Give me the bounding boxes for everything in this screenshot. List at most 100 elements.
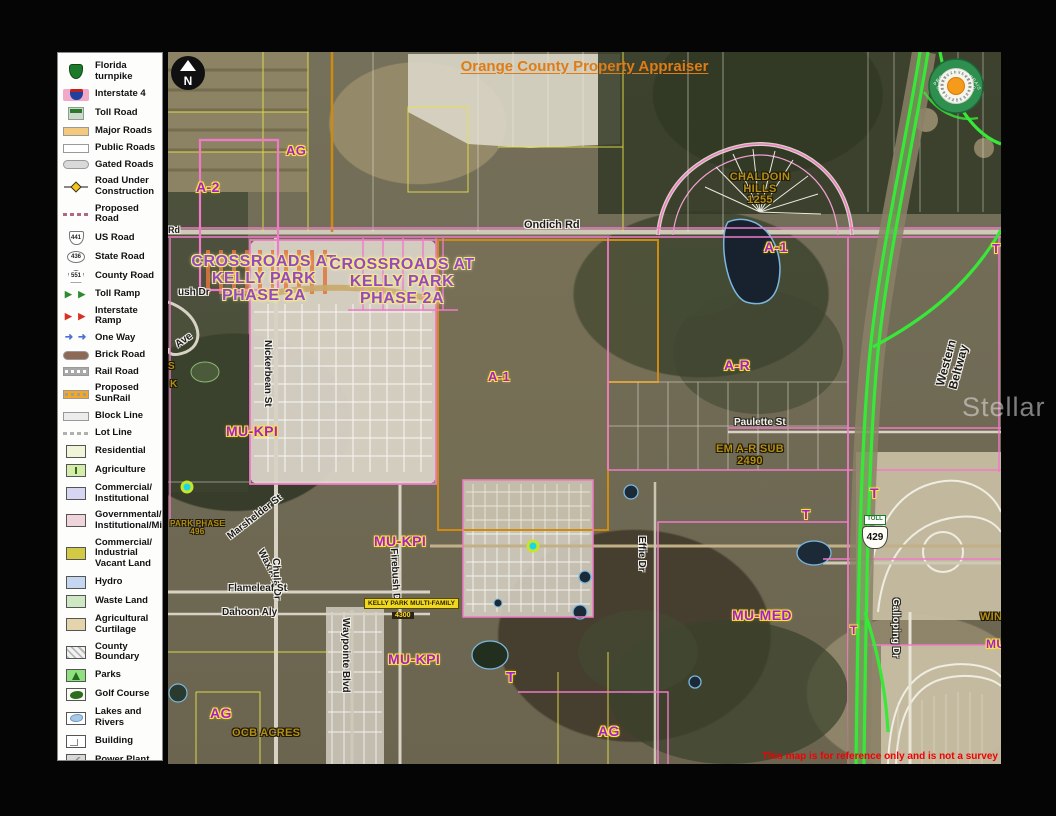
legend-panel: Florida turnpike Interstate 4 Toll Road Maj… bbox=[57, 52, 163, 761]
route-number: 429 bbox=[862, 526, 888, 549]
pill-icon bbox=[62, 351, 90, 360]
legend-item: Gated Roads bbox=[62, 156, 159, 173]
legend-item-label: Residential bbox=[95, 446, 146, 457]
legend-item: Rail Road bbox=[62, 364, 159, 381]
legend-item: Lakes and Rivers bbox=[62, 704, 159, 731]
legend-item-label: Commercial/ Institutional bbox=[95, 483, 159, 504]
legend-item-label: Road Under Construction bbox=[95, 176, 159, 197]
legend-item: Agricultural Curtilage bbox=[62, 611, 159, 638]
legend-item-label: Rail Road bbox=[95, 367, 139, 378]
route-429-shield: TOLL 429 bbox=[860, 507, 890, 549]
legend-item: Block Line bbox=[62, 408, 159, 425]
legend-item-label: Agriculture bbox=[95, 465, 146, 476]
rail-icon bbox=[62, 367, 90, 376]
legend-item-label: Public Roads bbox=[95, 143, 155, 154]
legend-item: Commercial/ Industrial Vacant Land bbox=[62, 535, 159, 573]
legend-item-label: Parks bbox=[95, 670, 121, 681]
legend-item: Public Roads bbox=[62, 140, 159, 157]
building-icon bbox=[62, 735, 90, 748]
parks-icon bbox=[62, 669, 90, 682]
app-window: Florida turnpike Interstate 4 Toll Road Maj… bbox=[0, 0, 1056, 816]
legend-item-label: One Way bbox=[95, 333, 135, 344]
legend-item-label: Commercial/ Industrial Vacant Land bbox=[95, 538, 159, 570]
pentagon-icon: 551 bbox=[62, 270, 90, 283]
legend-item: ▶ ▶ Interstate Ramp bbox=[62, 303, 159, 330]
legend-item-label: Golf Course bbox=[95, 689, 149, 700]
map-viewport[interactable]: AGA-2CROSSROADS AT KELLY PARK PHASE 2ACR… bbox=[168, 52, 1001, 764]
us-shield-icon: 441 bbox=[62, 231, 90, 245]
legend-item: ➜ ➜ One Way bbox=[62, 330, 159, 347]
multifamily-badge: KELLY PARK MULTI-FAMILY bbox=[364, 598, 459, 609]
legend-item-label: Lot Line bbox=[95, 428, 132, 439]
legend-item-label: Interstate Ramp bbox=[95, 306, 159, 327]
legend-item-label: Waste Land bbox=[95, 596, 148, 607]
legend-item: Golf Course bbox=[62, 685, 159, 704]
legend-item-label: Gated Roads bbox=[95, 160, 154, 171]
legend-item-label: Proposed SunRail bbox=[95, 383, 159, 404]
county-icon bbox=[62, 646, 90, 659]
legend-item: Interstate 4 bbox=[62, 85, 159, 103]
legend-item-label: Agricultural Curtilage bbox=[95, 614, 159, 635]
legend-item: Lot Line bbox=[62, 425, 159, 442]
legend-item-label: County Road bbox=[95, 271, 154, 282]
legend-item: Building bbox=[62, 732, 159, 751]
box-ag-icon bbox=[62, 464, 90, 477]
map-canvas bbox=[168, 52, 1001, 764]
legend-item: Road Under Construction bbox=[62, 173, 159, 200]
rail-icon bbox=[62, 390, 90, 399]
box-icon bbox=[62, 487, 90, 500]
multifamily-number: 4300 bbox=[392, 612, 414, 619]
dashed-icon bbox=[62, 432, 90, 435]
legend-item: Toll Road bbox=[62, 104, 159, 123]
golf-icon bbox=[62, 688, 90, 701]
map-title: Orange County Property Appraiser bbox=[461, 58, 709, 75]
bar-icon bbox=[62, 127, 90, 136]
turnpike-shield-icon bbox=[62, 64, 90, 79]
thin-arrows-icon: ➜ ➜ bbox=[62, 333, 90, 343]
legend-item-label: Toll Road bbox=[95, 108, 138, 119]
legend-item-label: Governmental/ Institutional/Misc bbox=[95, 510, 163, 531]
legend-item: Proposed SunRail bbox=[62, 380, 159, 407]
legend-item-label: State Road bbox=[95, 252, 145, 263]
box-icon bbox=[62, 595, 90, 608]
map-marker[interactable] bbox=[182, 482, 192, 492]
legend-item-label: Florida turnpike bbox=[95, 61, 159, 82]
legend-item-label: County Boundary bbox=[95, 642, 159, 663]
legend-item: Waste Land bbox=[62, 592, 159, 611]
legend-item-label: Block Line bbox=[95, 411, 143, 422]
toll-road-icon bbox=[62, 107, 90, 120]
box-icon bbox=[62, 445, 90, 458]
bar-icon bbox=[62, 412, 90, 421]
north-letter: N bbox=[184, 74, 193, 88]
legend-item-label: Building bbox=[95, 736, 133, 747]
legend-item-label: Power Plant bbox=[95, 755, 149, 761]
legend-item-label: US Road bbox=[95, 233, 135, 244]
pill-icon bbox=[62, 160, 90, 169]
interstate-shield-icon bbox=[62, 89, 90, 101]
legend-item: Florida turnpike bbox=[62, 58, 159, 85]
legend-item-label: Interstate 4 bbox=[95, 89, 146, 100]
legend-item: 441 US Road bbox=[62, 228, 159, 248]
construction-icon bbox=[62, 183, 90, 191]
box-icon bbox=[62, 618, 90, 631]
legend-item: Power Plant bbox=[62, 751, 159, 761]
power-icon bbox=[62, 754, 90, 761]
box-icon bbox=[62, 514, 90, 527]
legend-item-label: Brick Road bbox=[95, 350, 145, 361]
arrows-icon: ▶ ▶ bbox=[62, 312, 90, 321]
county-appraiser-seal: PROPERTY APPRAISER ORANGE COUNTY FLORIDA bbox=[927, 57, 985, 120]
north-arrow-icon: N bbox=[170, 55, 206, 96]
legend-item: Residential bbox=[62, 441, 159, 460]
legend-item: Governmental/ Institutional/Misc bbox=[62, 507, 159, 534]
bar-icon bbox=[62, 144, 90, 153]
map-disclaimer: This map is for reference only and is no… bbox=[762, 751, 998, 762]
dashed-icon bbox=[62, 213, 90, 216]
legend-item-label: Hydro bbox=[95, 577, 122, 588]
map-marker[interactable] bbox=[528, 541, 538, 551]
oval-icon: 436 bbox=[62, 251, 90, 263]
legend-item: Major Roads bbox=[62, 123, 159, 140]
legend-item-label: Lakes and Rivers bbox=[95, 707, 159, 728]
box-icon bbox=[62, 547, 90, 560]
legend-item-label: Major Roads bbox=[95, 126, 152, 137]
lakes-icon bbox=[62, 712, 90, 725]
